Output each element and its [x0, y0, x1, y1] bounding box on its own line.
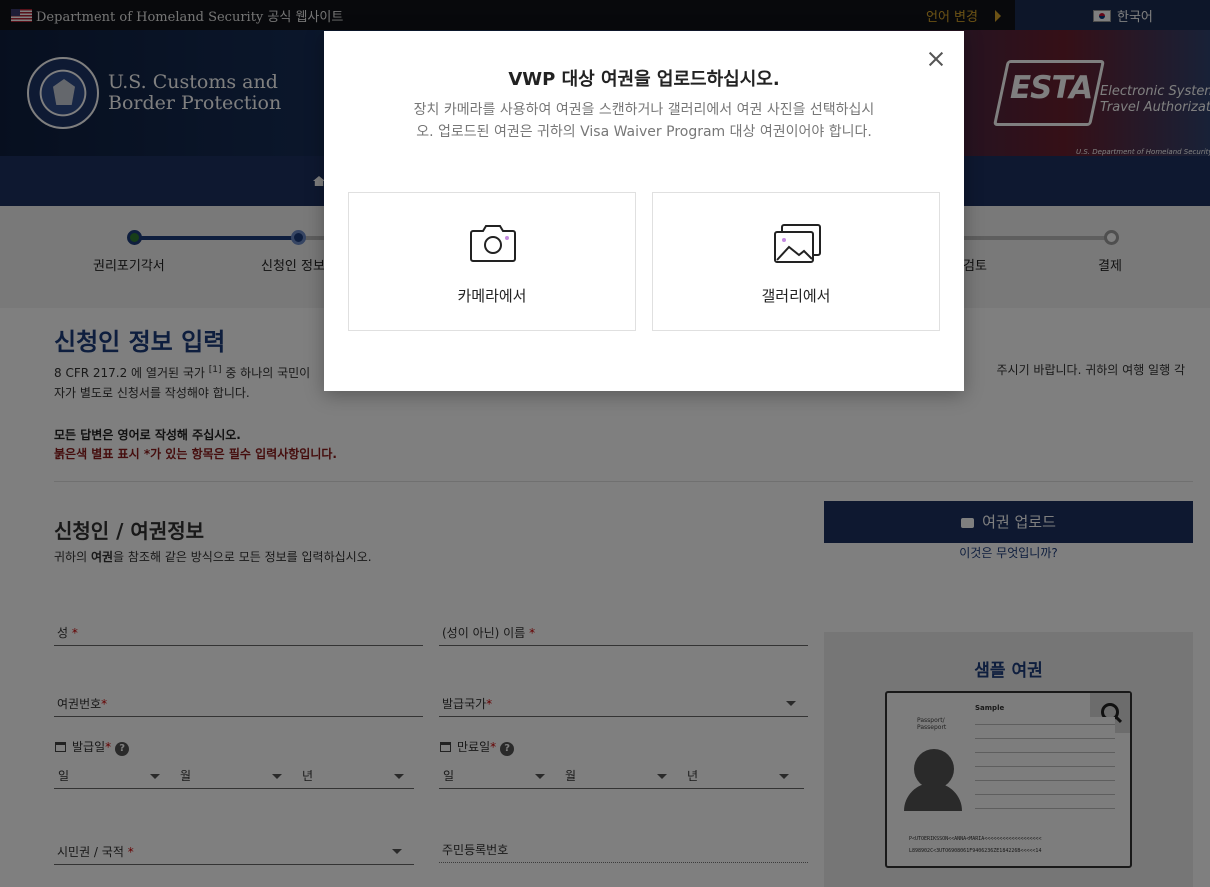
- gallery-option-label: 갤러리에서: [761, 287, 831, 305]
- gallery-icon: [774, 224, 821, 263]
- upload-passport-modal: VWP 대상 여권을 업로드하십시오. 장치 카메라를 사용하여 여권을 스캔하…: [324, 31, 964, 391]
- modal-title: VWP 대상 여권을 업로드하십시오.: [508, 69, 780, 90]
- camera-option-label: 카메라에서: [457, 287, 527, 305]
- gallery-option-button[interactable]: 갤러리에서: [652, 192, 940, 331]
- camera-icon: [470, 225, 516, 262]
- modal-description: 장치 카메라를 사용하여 여권을 스캔하거나 갤러리에서 여권 사진을 선택하십…: [413, 102, 875, 140]
- camera-option-button[interactable]: 카메라에서: [348, 192, 636, 331]
